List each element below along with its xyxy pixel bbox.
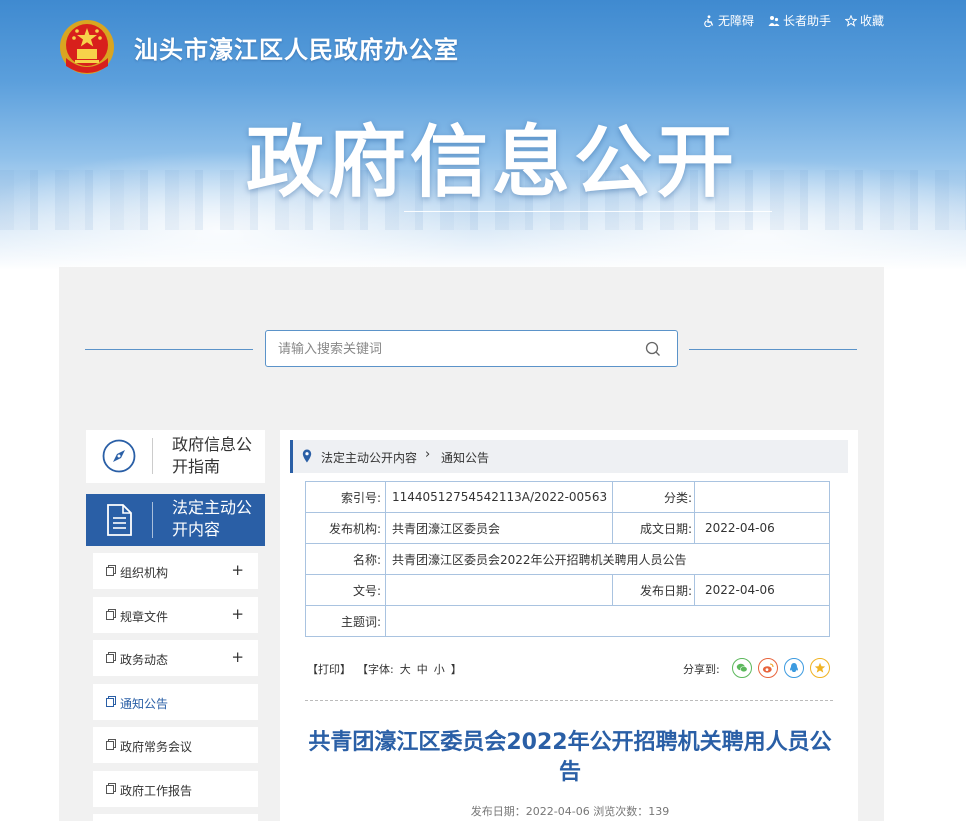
title-divider [404, 211, 772, 212]
font-medium-button[interactable]: 中 [417, 661, 428, 677]
table-row: 索引号: 11440512754542113A/2022-00563 分类: [305, 481, 830, 513]
index-value: 11440512754542113A/2022-00563 [385, 481, 613, 513]
subject-key: 主题词: [305, 605, 386, 637]
qzone-star-icon [814, 662, 826, 673]
compass-icon [102, 439, 136, 473]
qq-icon [790, 663, 798, 672]
national-emblem-icon [60, 20, 114, 74]
accessibility-icon [704, 14, 714, 27]
expand-icon[interactable]: + [231, 605, 244, 623]
font-large-button[interactable]: 大 [400, 661, 411, 677]
star-icon [844, 14, 857, 27]
index-key: 索引号: [305, 481, 386, 513]
category-value [694, 481, 830, 513]
article-title: 共青团濠江区委员会2022年公开招聘机关聘用人员公告 [308, 730, 832, 785]
sidebar-item-government-news[interactable]: 政务动态 + [93, 640, 258, 676]
docno-value [385, 574, 613, 606]
share-wechat-button[interactable] [732, 658, 752, 678]
guide-label: 政府信息公开指南 [172, 435, 253, 476]
file-icon [106, 783, 116, 794]
sidebar-item-partial[interactable] [93, 814, 258, 821]
table-row: 主题词: [305, 605, 830, 637]
sidebar-item-work-report[interactable]: 政府工作报告 [93, 771, 258, 807]
location-pin-icon [302, 449, 312, 463]
sidebar-legal-content[interactable]: 法定主动公开内容 [86, 494, 265, 546]
file-icon [106, 609, 116, 620]
name-value: 共青团濠江区委员会2022年公开招聘机关聘用人员公告 [385, 543, 830, 575]
org-value: 共青团濠江区委员会 [385, 512, 613, 544]
file-icon [106, 739, 116, 750]
created-date-value: 2022-04-06 [694, 512, 830, 544]
search-box [265, 330, 678, 367]
table-row: 发布机构: 共青团濠江区委员会 成文日期: 2022-04-06 [305, 512, 830, 544]
site-title[interactable]: 汕头市濠江区人民政府办公室 [134, 30, 459, 65]
font-small-button[interactable]: 小 [434, 661, 445, 677]
search-input[interactable] [278, 340, 618, 358]
sidebar-item-label: 政府工作报告 [120, 784, 193, 798]
share-label: 分享到: [683, 663, 720, 676]
share-weibo-button[interactable] [758, 658, 778, 678]
legal-label: 法定主动公开内容 [172, 498, 253, 539]
elder-helper-icon [768, 15, 780, 26]
table-row: 名称: 共青团濠江区委员会2022年公开招聘机关聘用人员公告 [305, 543, 830, 575]
expand-icon[interactable]: + [231, 561, 244, 579]
page-title: 政府信息公开 [246, 118, 739, 208]
published-date-value: 2022-04-06 [694, 574, 830, 606]
elder-helper-label: 长者助手 [782, 14, 831, 28]
sidebar-item-label: 政府常务会议 [120, 740, 193, 754]
accessibility-label: 无障碍 [717, 14, 754, 28]
accessibility-link[interactable]: 无障碍 [703, 12, 754, 29]
guide-separator [152, 438, 153, 474]
sidebar-item-label: 政务动态 [120, 653, 169, 667]
top-links: 无障碍 长者助手 收藏 [703, 12, 884, 29]
search-divider-right [689, 349, 857, 350]
published-date-key: 发布日期: [612, 574, 695, 606]
sidebar-item-regulations[interactable]: 规章文件 + [93, 597, 258, 633]
elder-helper-link[interactable]: 长者助手 [768, 12, 831, 29]
file-icon [106, 565, 116, 576]
table-row: 文号: 发布日期: 2022-04-06 [305, 574, 830, 606]
docno-key: 文号: [305, 574, 386, 606]
sidebar-item-label: 规章文件 [120, 610, 169, 624]
expand-icon[interactable]: + [231, 648, 244, 666]
breadcrumb-parent[interactable]: 法定主动公开内容 [321, 449, 417, 466]
favorite-link[interactable]: 收藏 [844, 12, 884, 29]
print-button[interactable]: 【打印】 [307, 661, 351, 677]
name-key: 名称: [305, 543, 386, 575]
file-icon [106, 696, 116, 707]
document-metadata-table: 索引号: 11440512754542113A/2022-00563 分类: 发… [305, 481, 830, 637]
favorite-label: 收藏 [859, 14, 884, 28]
content-divider [305, 700, 833, 701]
breadcrumb: 法定主动公开内容 › 通知公告 [290, 440, 848, 473]
file-icon [106, 652, 116, 663]
sidebar-guide[interactable]: 政府信息公开指南 [86, 430, 265, 483]
created-date-key: 成文日期: [612, 512, 695, 544]
breadcrumb-current[interactable]: 通知公告 [441, 449, 489, 466]
org-key: 发布机构: [305, 512, 386, 544]
wechat-icon [736, 663, 748, 673]
share-qzone-button[interactable] [810, 658, 830, 678]
article-meta: 发布日期：2022-04-06 浏览次数：139 [470, 805, 670, 818]
sidebar-item-label: 通知公告 [120, 697, 169, 711]
share-qq-button[interactable] [784, 658, 804, 678]
breadcrumb-separator: › [425, 447, 431, 462]
weibo-icon [762, 663, 774, 673]
article-tools: 【打印】 【字体: 大 中 小 】 [307, 661, 462, 677]
legal-separator [152, 502, 153, 538]
category-key: 分类: [612, 481, 695, 513]
sidebar-item-organization[interactable]: 组织机构 + [93, 553, 258, 589]
subject-value [385, 605, 830, 637]
search-icon[interactable] [645, 341, 661, 357]
font-size-label: 【字体: [357, 663, 394, 676]
search-divider-left [85, 349, 253, 350]
sidebar-item-notices[interactable]: 通知公告 [93, 684, 258, 720]
document-icon [107, 504, 132, 536]
font-size-close: 】 [450, 663, 462, 676]
sidebar-item-label: 组织机构 [120, 566, 169, 580]
sidebar-item-executive-meetings[interactable]: 政府常务会议 [93, 727, 258, 763]
